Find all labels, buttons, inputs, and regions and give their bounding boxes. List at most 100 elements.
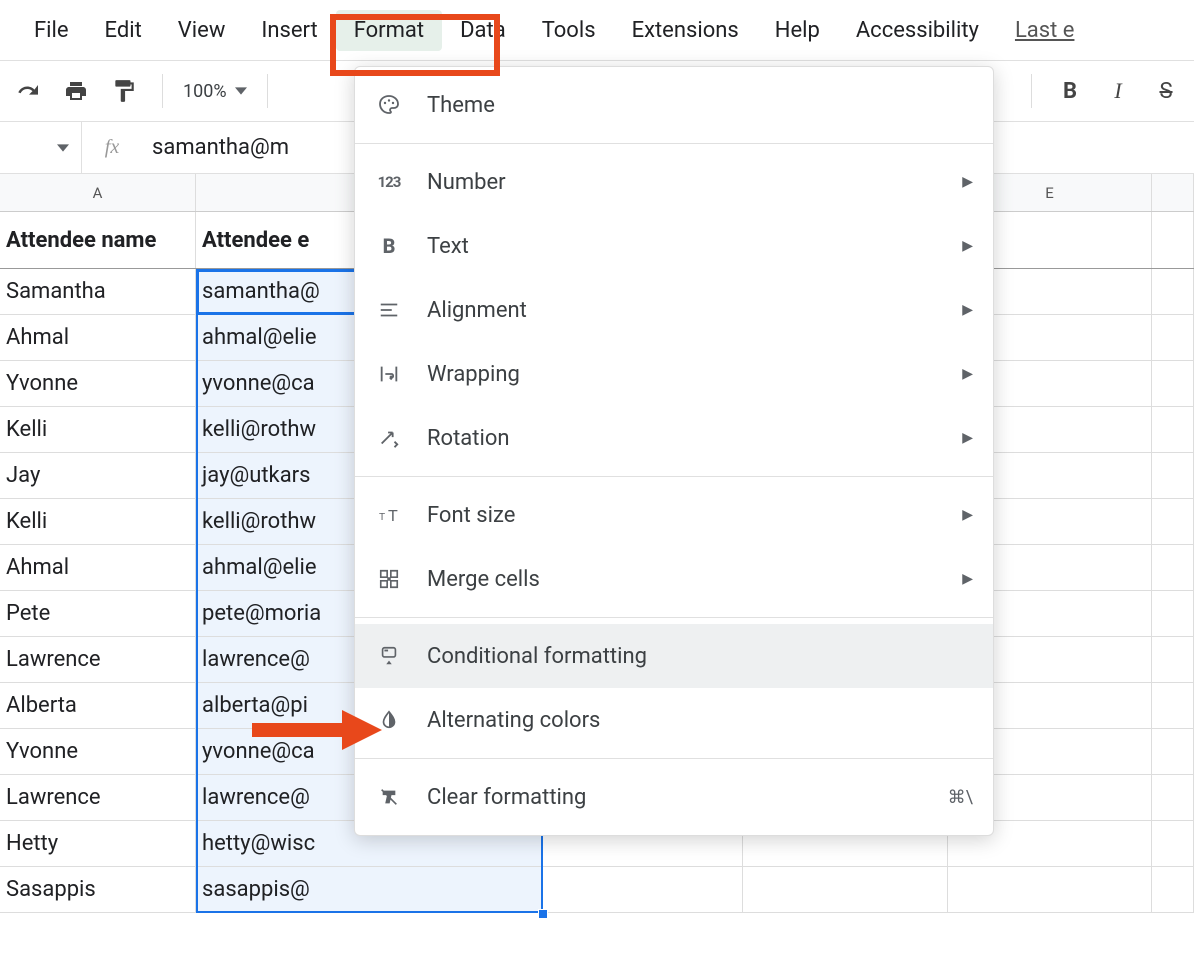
svg-text:T: T [388, 508, 398, 525]
cell[interactable] [1152, 545, 1194, 590]
cell[interactable] [1152, 867, 1194, 912]
cell[interactable] [1152, 315, 1194, 360]
chevron-right-icon: ▶ [962, 571, 973, 587]
menu-wrapping[interactable]: Wrapping ▶ [355, 342, 993, 406]
menu-wrapping-label: Wrapping [427, 362, 938, 387]
cell[interactable]: Samantha [0, 269, 196, 314]
bold-icon: B [375, 232, 403, 260]
align-icon [375, 296, 403, 324]
strikethrough-button[interactable]: S [1148, 73, 1184, 109]
cell[interactable] [1152, 591, 1194, 636]
menu-text[interactable]: B Text ▶ [355, 214, 993, 278]
cell[interactable]: Hetty [0, 821, 196, 866]
cell[interactable]: Kelli [0, 407, 196, 452]
menu-conditional-formatting[interactable]: Conditional formatting [355, 624, 993, 688]
menu-rotation[interactable]: Rotation ▶ [355, 406, 993, 470]
cell[interactable]: Lawrence [0, 775, 196, 820]
cell[interactable]: Jay [0, 453, 196, 498]
menu-edit[interactable]: Edit [87, 10, 160, 51]
chevron-right-icon: ▶ [962, 174, 973, 190]
menu-number[interactable]: 123 Number ▶ [355, 150, 993, 214]
droplet-icon [375, 706, 403, 734]
menu-insert[interactable]: Insert [243, 10, 335, 51]
formula-input[interactable]: samantha@m [142, 135, 289, 160]
cell[interactable] [948, 867, 1152, 912]
rotation-icon [375, 424, 403, 452]
cell[interactable] [1152, 821, 1194, 866]
menu-extensions[interactable]: Extensions [614, 10, 757, 51]
svg-text:T: T [379, 512, 385, 523]
wrap-icon [375, 360, 403, 388]
menu-font-size-label: Font size [427, 503, 938, 528]
cell[interactable] [1152, 269, 1194, 314]
menu-clear-shortcut: ⌘\ [948, 787, 973, 808]
menu-file[interactable]: File [16, 10, 87, 51]
cell[interactable]: Yvonne [0, 361, 196, 406]
cell[interactable] [1152, 453, 1194, 498]
chevron-right-icon: ▶ [962, 430, 973, 446]
chevron-right-icon: ▶ [962, 302, 973, 318]
cell[interactable] [1152, 499, 1194, 544]
menu-text-label: Text [427, 234, 938, 259]
last-edit-link[interactable]: Last e [997, 18, 1075, 43]
col-header-f[interactable] [1152, 174, 1194, 211]
palette-icon [375, 91, 403, 119]
menu-clear-formatting[interactable]: Clear formatting ⌘\ [355, 765, 993, 829]
cell[interactable]: sasappis@ [196, 867, 543, 912]
menu-theme-label: Theme [427, 93, 973, 118]
cell[interactable] [1152, 683, 1194, 728]
conditional-format-icon [375, 642, 403, 670]
menu-help[interactable]: Help [757, 10, 838, 51]
menu-alignment-label: Alignment [427, 298, 938, 323]
menu-view[interactable]: View [160, 10, 244, 51]
chevron-right-icon: ▶ [962, 366, 973, 382]
menu-conditional-label: Conditional formatting [427, 644, 973, 669]
cell[interactable] [1152, 637, 1194, 682]
table-row: Sasappissasappis@ [0, 867, 1194, 913]
cell[interactable]: Ahmal [0, 315, 196, 360]
menubar: File Edit View Insert Format Data Tools … [0, 0, 1194, 60]
cell[interactable]: Pete [0, 591, 196, 636]
clear-format-icon [375, 783, 403, 811]
paint-format-icon[interactable] [106, 73, 142, 109]
italic-button[interactable]: I [1100, 73, 1136, 109]
format-menu-dropdown: Theme 123 Number ▶ B Text ▶ Alignment ▶ … [354, 66, 994, 836]
menu-theme[interactable]: Theme [355, 73, 993, 137]
name-box[interactable] [0, 122, 82, 173]
chevron-down-icon [235, 85, 247, 97]
cell[interactable] [1152, 775, 1194, 820]
cell[interactable]: Ahmal [0, 545, 196, 590]
cell[interactable] [543, 867, 743, 912]
cell[interactable] [1152, 361, 1194, 406]
cell[interactable]: Kelli [0, 499, 196, 544]
menu-divider [355, 476, 993, 477]
col-header-a[interactable]: A [0, 174, 196, 211]
bold-button[interactable]: B [1052, 73, 1088, 109]
cell[interactable]: Lawrence [0, 637, 196, 682]
menu-alignment[interactable]: Alignment ▶ [355, 278, 993, 342]
menu-accessibility[interactable]: Accessibility [838, 10, 997, 51]
redo-icon[interactable] [10, 73, 46, 109]
menu-merge-label: Merge cells [427, 567, 938, 592]
font-size-icon: TT [375, 501, 403, 529]
fx-label: fx [82, 136, 142, 159]
print-icon[interactable] [58, 73, 94, 109]
header-cell-attendee-name[interactable]: Attendee name [0, 212, 196, 268]
menu-clear-label: Clear formatting [427, 785, 924, 810]
menu-tools[interactable]: Tools [524, 10, 614, 51]
zoom-select[interactable]: 100% [183, 81, 247, 102]
cell[interactable]: Alberta [0, 683, 196, 728]
menu-format[interactable]: Format [336, 10, 442, 51]
chevron-right-icon: ▶ [962, 238, 973, 254]
menu-number-label: Number [427, 170, 938, 195]
menu-font-size[interactable]: TT Font size ▶ [355, 483, 993, 547]
menu-data[interactable]: Data [442, 10, 524, 51]
cell[interactable]: Sasappis [0, 867, 196, 912]
cell[interactable]: Yvonne [0, 729, 196, 774]
cell[interactable] [743, 867, 948, 912]
menu-divider [355, 758, 993, 759]
cell[interactable] [1152, 729, 1194, 774]
menu-merge-cells[interactable]: Merge cells ▶ [355, 547, 993, 611]
cell[interactable] [1152, 407, 1194, 452]
menu-alternating-colors[interactable]: Alternating colors [355, 688, 993, 752]
